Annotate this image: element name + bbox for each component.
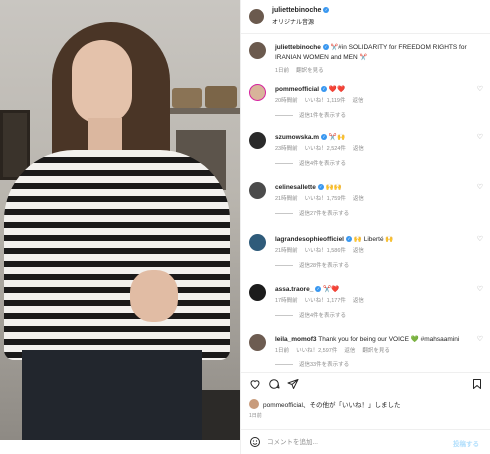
comment-text: 🙌 Liberté 🙌 — [353, 236, 394, 243]
comment-text: 🙌🙌 — [325, 184, 342, 191]
basket — [205, 86, 237, 108]
comment-username[interactable]: pommeofficial — [275, 86, 319, 93]
comment-meta: 20時間前 いいね！1,119件 返信 — [275, 96, 371, 104]
shelf — [170, 108, 240, 114]
comment-username[interactable]: szumowska.m — [275, 134, 319, 141]
author-avatar[interactable] — [249, 42, 266, 59]
commenter-avatar[interactable] — [249, 84, 266, 101]
caption-username[interactable]: juliettebinoche — [275, 44, 321, 51]
basket — [172, 88, 202, 108]
liker-avatar[interactable] — [249, 399, 259, 409]
comment-meta: 21時間前 いいね！1,586件 返信 — [275, 246, 371, 254]
verified-icon: ✓ — [321, 86, 328, 93]
author-avatar[interactable] — [249, 9, 264, 24]
comment-input[interactable] — [267, 435, 437, 449]
person-face — [72, 40, 132, 124]
view-replies[interactable]: 返信4件を表示する — [275, 159, 346, 167]
caption-time: 1日前 — [275, 68, 290, 74]
add-comment-bar: 投稿する — [241, 429, 490, 454]
reply-button[interactable]: 返信 — [353, 298, 364, 304]
comment-likes[interactable]: いいね！2,597件 — [296, 348, 337, 354]
like-heart-icon[interactable]: ♡ — [477, 285, 483, 293]
commenter-avatar[interactable] — [249, 132, 266, 149]
like-heart-icon[interactable]: ♡ — [477, 235, 483, 243]
commenter-avatar[interactable] — [249, 284, 266, 301]
striped-shirt — [4, 150, 230, 360]
comment-time: 21時間前 — [275, 248, 298, 254]
verified-icon: ✓ — [346, 236, 352, 243]
hand — [130, 270, 178, 322]
verified-icon: ✓ — [317, 184, 324, 191]
verified-icon: ✓ — [321, 134, 328, 141]
comment-likes[interactable]: いいね！2,524件 — [305, 146, 346, 152]
comment-likes[interactable]: いいね！1,759件 — [305, 196, 346, 202]
post-date: 1日前 — [249, 413, 262, 419]
post-video[interactable] — [0, 0, 240, 440]
post-header: juliettebinoche ✓ オリジナル音源 — [241, 0, 490, 34]
verified-icon: ✓ — [322, 44, 329, 51]
like-heart-icon[interactable]: ♡ — [477, 85, 483, 93]
caption-meta: 1日前 翻訳を見る — [275, 66, 331, 74]
comment-time: 1日前 — [275, 348, 290, 354]
comment-meta: 23時間前 いいね！2,524件 返信 — [275, 144, 371, 152]
comment-text: ✂️❤️ — [323, 286, 340, 293]
post-panel: juliettebinoche ✓ オリジナル音源 juliettebinoche… — [240, 0, 490, 454]
comment-text: ❤️❤️ — [328, 86, 346, 93]
verified-icon: ✓ — [323, 7, 330, 14]
comment-icon[interactable] — [268, 378, 280, 390]
likes-text[interactable]: pommeofficial、その他が「いいね！」しました — [263, 399, 400, 409]
comment-time: 23時間前 — [275, 146, 298, 152]
view-replies[interactable]: 返信27件を表示する — [275, 209, 349, 217]
comment-text: Thank you for being our VOICE 💚 #mahsaam… — [318, 336, 460, 343]
author-username[interactable]: juliettebinoche ✓ — [272, 7, 330, 14]
jeans — [22, 350, 202, 440]
commenter-avatar[interactable] — [249, 334, 266, 351]
verified-icon: ✓ — [315, 286, 322, 293]
comment-time: 21時間前 — [275, 196, 298, 202]
comment-meta: 1日前 いいね！2,597件 返信 翻訳を見る — [275, 346, 397, 354]
caption-emoji: ✂️ — [359, 55, 368, 61]
comment-username[interactable]: assa.traore_ — [275, 286, 313, 293]
reply-button[interactable]: 返信 — [353, 146, 364, 152]
comment-username[interactable]: leila_momof3 — [275, 336, 317, 343]
view-replies[interactable]: 返信4件を表示する — [275, 311, 346, 319]
likes-summary: pommeofficial、その他が「いいね！」しました 1日前 — [241, 395, 490, 421]
reply-button[interactable]: 返信 — [353, 196, 364, 202]
comment-text: ✂️🙌 — [328, 134, 346, 141]
comment-likes[interactable]: いいね！1,586件 — [305, 248, 346, 254]
comment-likes[interactable]: いいね！1,177件 — [305, 298, 346, 304]
view-replies[interactable]: 返信1件を表示する — [275, 111, 346, 119]
comment-time: 17時間前 — [275, 298, 298, 304]
like-heart-icon[interactable]: ♡ — [477, 183, 483, 191]
like-heart-icon[interactable]: ♡ — [477, 335, 483, 343]
view-replies[interactable]: 返信28件を表示する — [275, 261, 349, 269]
reply-button[interactable]: 返信 — [344, 348, 355, 354]
post-comment-button[interactable]: 投稿する — [453, 438, 479, 448]
view-replies[interactable]: 返信33件を表示する — [275, 360, 349, 368]
comment-username[interactable]: lagrandesophieofficiel — [275, 236, 344, 243]
like-heart-icon[interactable]: ♡ — [477, 133, 483, 141]
reply-button[interactable]: 返信 — [353, 248, 364, 254]
emoji-icon[interactable] — [249, 436, 261, 448]
comment-meta: 21時間前 いいね！1,759件 返信 — [275, 194, 371, 202]
comment-time: 20時間前 — [275, 98, 298, 104]
audio-label[interactable]: オリジナル音源 — [272, 17, 314, 26]
commenter-avatar[interactable] — [249, 234, 266, 251]
comment-username[interactable]: celinesallette — [275, 184, 316, 191]
translate-link[interactable]: 翻訳を見る — [296, 68, 324, 74]
comment-likes[interactable]: いいね！1,119件 — [305, 98, 346, 104]
bookmark-icon[interactable] — [471, 378, 483, 390]
share-icon[interactable] — [287, 378, 299, 390]
post-actions — [241, 372, 490, 394]
translate-link[interactable]: 翻訳を見る — [362, 348, 390, 354]
reply-button[interactable]: 返信 — [352, 98, 363, 104]
comments-list[interactable]: juliettebinoche ✓ ✂️#in SOLIDARITY for FR… — [241, 34, 490, 372]
commenter-avatar[interactable] — [249, 182, 266, 199]
like-heart-icon[interactable] — [249, 378, 261, 390]
comment-meta: 17時間前 いいね！1,177件 返信 — [275, 296, 371, 304]
